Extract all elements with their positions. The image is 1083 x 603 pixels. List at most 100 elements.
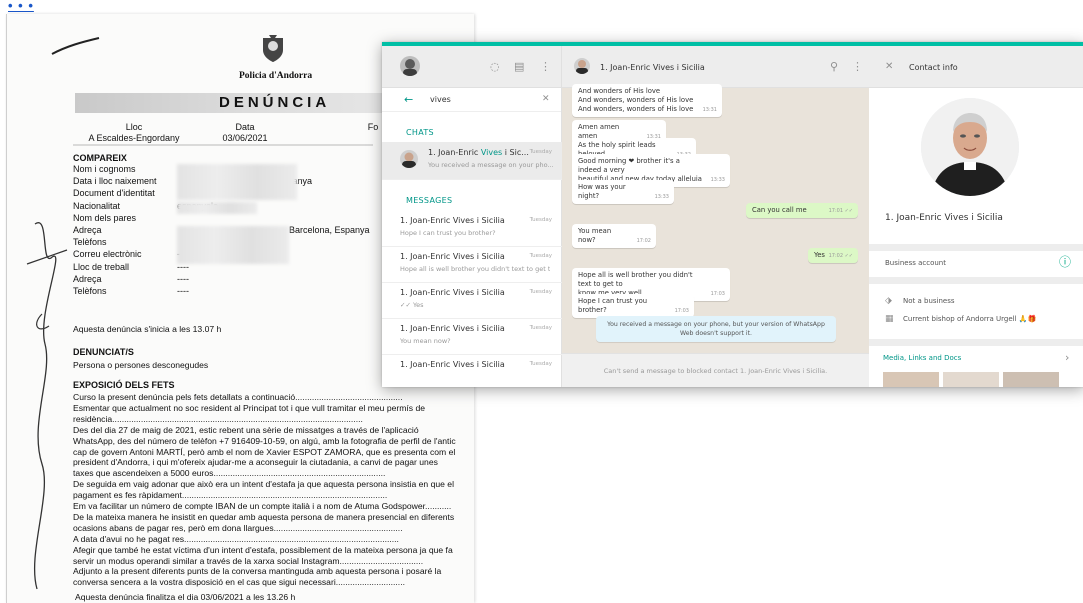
report-text-line: Des del dia 27 de maig de 2021, estic re…	[73, 424, 419, 435]
search-input[interactable]: vives	[430, 95, 451, 104]
outgoing-message[interactable]: Yes 17:02 ✓✓	[808, 248, 858, 263]
message-result-name: 1. Joan-Enric Vives i Sicilia	[400, 252, 505, 261]
message-time: 17:02 ✓✓	[828, 253, 853, 259]
report-text-line: De seguida em vaig adonar que això era u…	[73, 479, 454, 490]
report-text-line: Esmentar que actualment no soc resident …	[73, 402, 426, 413]
field-label: Correu electrònic	[73, 249, 142, 260]
header-label-fo: Fo	[367, 122, 379, 132]
media-thumb[interactable]	[943, 372, 999, 387]
field-label: Nacionalitat	[73, 200, 121, 211]
conversation-contact-name[interactable]: 1. Joan-Enric Vives i Sicilia	[600, 63, 705, 72]
search-bar: ← vives ✕	[382, 88, 561, 112]
chat-result-item[interactable]: 1. Joan-Enric Vives i Sic... You receive…	[382, 142, 562, 180]
message-result-time: Tuesday	[529, 325, 552, 331]
store-icon: ▦	[885, 314, 894, 324]
tag-icon: ⬗	[885, 296, 892, 306]
message-result-snippet: Hope all is well brother you didn't text…	[400, 265, 550, 273]
section-denunciats: DENUNCIAT/S	[73, 347, 134, 357]
denunciats-value: Persona o persones desconegudes	[73, 360, 209, 370]
report-text-line: pagament es fes ràpidament..............…	[73, 490, 388, 501]
search-icon[interactable]: ⚲	[830, 61, 838, 72]
redacted-document	[177, 202, 257, 214]
message-time: 17:01 ✓✓	[828, 208, 853, 214]
message-result-item[interactable]: 1. Joan-Enric Vives i Sicilia You mean no…	[382, 318, 562, 355]
media-thumb[interactable]	[883, 372, 939, 387]
chat-result-time: Tuesday	[529, 149, 552, 155]
message-result-snippet: Hope I can trust you brother?	[400, 229, 496, 237]
media-panel: Media, Links and Docs ›	[869, 346, 1083, 387]
redacted-address	[177, 226, 289, 264]
header-underline	[73, 144, 373, 146]
report-text-line: cap de govern Antoni MARTÍ, però amb el …	[73, 446, 456, 457]
message-result-name: 1. Joan-Enric Vives i Sicilia	[400, 324, 505, 333]
message-result-item[interactable]: 1. Joan-Enric Vives i Sicilia Hope I can …	[382, 210, 562, 247]
report-text-line: Em va facilitar un número de compte IBAN…	[73, 501, 452, 511]
message-result-item[interactable]: 1. Joan-Enric Vives i Sicilia Tuesday	[382, 354, 562, 387]
message-result-snippet: You mean now?	[400, 337, 451, 345]
incoming-message[interactable]: Hope I can trust you brother? 17:03	[572, 294, 694, 318]
message-result-time: Tuesday	[529, 253, 552, 259]
message-result-time: Tuesday	[529, 289, 552, 295]
contact-info-pane: ✕ Contact info 1. Joan-Enric Vives i Sic…	[869, 46, 1083, 387]
document-title: DENÚNCIA	[219, 94, 331, 111]
message-result-item[interactable]: 1. Joan-Enric Vives i Sicilia Hope all is…	[382, 246, 562, 283]
incoming-message[interactable]: You mean now? 17:02	[572, 224, 656, 248]
business-details-panel: ⬗ Not a business ▦ Current bishop of And…	[869, 284, 1083, 339]
chat-list-pane: ◌ ▤ ⋮ ← vives ✕ CHATS 1. Joan-Enric Vive…	[382, 46, 562, 387]
field-value: ----	[177, 286, 189, 296]
my-avatar[interactable]	[400, 56, 420, 76]
clear-search-icon[interactable]: ✕	[542, 94, 550, 105]
outgoing-message[interactable]: Can you call me 17:01 ✓✓	[746, 203, 858, 218]
report-text-line: taxes que ascendeixen a 5000 euros......…	[73, 468, 386, 479]
close-icon[interactable]: ✕	[885, 61, 893, 72]
messages-section-label: MESSAGES	[406, 196, 453, 205]
user-photo-icon	[403, 59, 417, 76]
left-header: ◌ ▤ ⋮	[382, 46, 561, 88]
field-label: Data i lloc naixement	[73, 176, 157, 187]
incoming-message[interactable]: And wonders of His love And wonders, won…	[572, 84, 722, 117]
chevron-right-icon[interactable]: ›	[1065, 352, 1069, 363]
message-time: 17:03	[674, 308, 689, 314]
report-text-line: Curso la present denúncia pels fets deta…	[73, 392, 403, 402]
incoming-message[interactable]: How was your night? 13:33	[572, 180, 674, 204]
media-thumb[interactable]	[1003, 372, 1059, 387]
end-time-line: Aquesta denúncia finalitza el dia 03/06/…	[75, 592, 296, 602]
profile-photo[interactable]	[921, 98, 1019, 196]
screenshot-stage: • • • Policia d'Andorra DENÚNCIA Lloc A …	[0, 0, 1083, 603]
field-label: Lloc de treball	[73, 261, 130, 272]
redacted-name	[177, 164, 297, 200]
report-text-line: residència..............................…	[73, 413, 363, 424]
status-icon[interactable]: ◌	[490, 61, 500, 72]
message-result-time: Tuesday	[529, 361, 552, 367]
media-links-docs-link[interactable]: Media, Links and Docs	[883, 354, 961, 362]
unsupported-message-notice: You received a message on your phone, bu…	[596, 316, 836, 342]
blocked-contact-footer: Can't send a message to blocked contact …	[562, 353, 869, 387]
andorra-police-crest-icon	[263, 35, 283, 62]
report-text-line: president d'Andorra, i qui m'ofereix aju…	[73, 457, 438, 468]
conversation-avatar[interactable]	[574, 58, 590, 74]
report-text-line: Afegir que també he estat víctima d'un i…	[73, 544, 453, 555]
blocked-contact-text: Can't send a message to blocked contact …	[603, 367, 828, 375]
menu-icon[interactable]: ⋮	[540, 61, 551, 72]
start-time-line: Aquesta denúncia s'inicia a les 13.07 h	[73, 324, 222, 334]
message-text: And wonders of His love And wonders, won…	[578, 87, 694, 113]
business-panel: Business account ⓘ	[869, 251, 1083, 277]
profile-name: 1. Joan-Enric Vives i Sicilia	[885, 213, 1003, 223]
report-text-line: Adjunto a la present diferents punts de …	[73, 566, 442, 577]
new-chat-icon[interactable]: ▤	[514, 61, 524, 72]
back-arrow-icon[interactable]: ←	[404, 94, 413, 105]
message-time: 13:33	[654, 194, 669, 200]
message-result-item[interactable]: 1. Joan-Enric Vives i Sicilia ✓✓ Yes Tuesd…	[382, 282, 562, 319]
info-icon[interactable]: ⓘ	[1059, 256, 1071, 268]
more-link[interactable]: • • •	[8, 0, 34, 13]
message-time: 17:03	[710, 291, 725, 297]
profile-panel: 1. Joan-Enric Vives i Sicilia	[869, 88, 1083, 244]
contact-photo-icon	[402, 152, 416, 168]
conversation-menu-icon[interactable]: ⋮	[852, 61, 863, 72]
message-time: 17:02	[636, 238, 651, 244]
section-compareix: COMPAREIX	[73, 153, 127, 163]
message-result-name: 1. Joan-Enric Vives i Sicilia	[400, 360, 505, 369]
conversation-header: 1. Joan-Enric Vives i Sicilia ⚲ ⋮	[562, 46, 869, 88]
header-value-data: 03/06/2021	[222, 133, 268, 143]
conversation-pane: 1. Joan-Enric Vives i Sicilia ⚲ ⋮ And wo…	[562, 46, 869, 387]
